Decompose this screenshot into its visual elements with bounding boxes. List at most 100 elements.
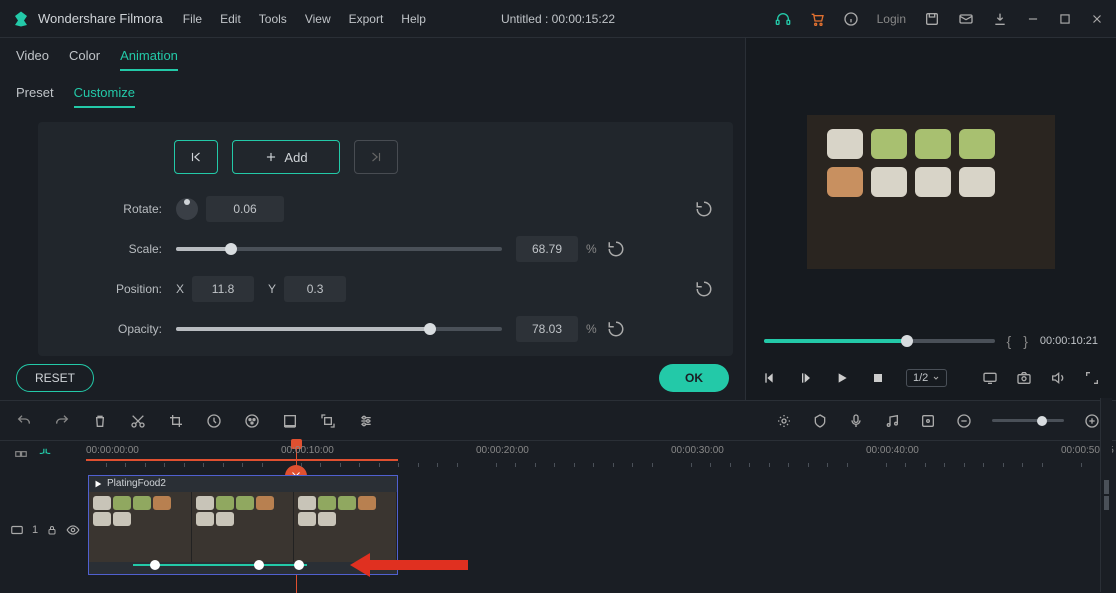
rotate-input[interactable] — [206, 196, 284, 222]
volume-icon[interactable] — [1050, 370, 1066, 386]
ok-button[interactable]: OK — [659, 364, 729, 392]
next-keyframe-button — [354, 140, 398, 174]
opacity-slider[interactable] — [176, 327, 502, 331]
fullscreen-icon[interactable] — [1084, 370, 1100, 386]
close-icon[interactable] — [1090, 12, 1104, 26]
track-visibility-icon[interactable] — [66, 523, 80, 537]
menu-file[interactable]: File — [183, 12, 202, 26]
playback-speed[interactable]: 1/2 — [906, 369, 947, 387]
info-icon[interactable] — [843, 11, 859, 27]
green-screen-icon[interactable] — [282, 413, 298, 429]
track-video-icon — [10, 523, 24, 537]
track-header: 1 — [0, 467, 86, 592]
titlebar: Wondershare Filmora File Edit Tools View… — [0, 0, 1116, 38]
mark-in-icon[interactable]: { — [1007, 333, 1012, 349]
keyframe-dot[interactable] — [150, 560, 160, 570]
opacity-reset-icon[interactable] — [607, 320, 625, 338]
scale-reset-icon[interactable] — [607, 240, 625, 258]
mark-out-icon[interactable]: } — [1023, 333, 1028, 349]
voiceover-icon[interactable] — [848, 413, 864, 429]
position-x-input[interactable] — [192, 276, 254, 302]
save-icon[interactable] — [924, 11, 940, 27]
screen-fit-icon[interactable] — [982, 370, 998, 386]
ruler-mark: 00:00:10:00 — [281, 445, 334, 456]
play-icon[interactable] — [834, 370, 850, 386]
zoom-in-icon[interactable] — [1084, 413, 1100, 429]
track-lock-icon[interactable] — [46, 524, 58, 536]
tab-preset[interactable]: Preset — [16, 85, 54, 108]
add-button-label: Add — [284, 150, 307, 165]
keyframe-icon[interactable] — [920, 413, 936, 429]
opacity-label: Opacity: — [58, 322, 176, 336]
zoom-slider[interactable] — [992, 419, 1064, 422]
scale-input[interactable] — [516, 236, 578, 262]
crop-icon[interactable] — [168, 413, 184, 429]
position-y-input[interactable] — [284, 276, 346, 302]
add-keyframe-button[interactable]: Add — [232, 140, 340, 174]
snapshot-icon[interactable] — [1016, 370, 1032, 386]
menu-view[interactable]: View — [305, 12, 331, 26]
tab-video[interactable]: Video — [16, 48, 49, 71]
rotate-reset-icon[interactable] — [695, 200, 713, 218]
login-button[interactable]: Login — [877, 12, 906, 26]
timeline-tracks[interactable]: PlatingFood2 — [86, 467, 1116, 592]
scale-slider[interactable] — [176, 247, 502, 251]
preview-scrubber[interactable] — [764, 339, 995, 343]
scale-label: Scale: — [58, 242, 176, 256]
download-icon[interactable] — [992, 11, 1008, 27]
vertical-splitter[interactable] — [1100, 398, 1112, 592]
ruler-mark: 00:00:40:00 — [866, 445, 919, 456]
cut-icon[interactable] — [130, 413, 146, 429]
scale-icon[interactable] — [320, 413, 336, 429]
stop-icon[interactable] — [870, 370, 886, 386]
mail-icon[interactable] — [958, 11, 974, 27]
ripple-icon[interactable] — [14, 447, 28, 461]
menu-edit[interactable]: Edit — [220, 12, 241, 26]
inspector-panel: Video Color Animation Preset Customize A… — [0, 38, 745, 400]
delete-icon[interactable] — [92, 413, 108, 429]
position-row: Position: X Y — [58, 276, 713, 302]
cart-icon[interactable] — [809, 11, 825, 27]
rotate-dial[interactable] — [176, 198, 198, 220]
position-label: Position: — [58, 282, 176, 296]
position-reset-icon[interactable] — [695, 280, 713, 298]
settings-icon[interactable] — [358, 413, 374, 429]
preview-canvas[interactable] — [807, 115, 1055, 269]
preview-scrub-bar: { } 00:00:10:21 — [746, 326, 1116, 356]
redo-icon[interactable] — [54, 413, 70, 429]
scale-row: Scale: % — [58, 236, 713, 262]
timeline: 00:00:00:0000:00:10:0000:00:20:0000:00:3… — [0, 400, 1116, 592]
position-y-label: Y — [268, 282, 276, 296]
animation-sub-tabs: Preset Customize — [0, 71, 745, 116]
keyframe-dot[interactable] — [254, 560, 264, 570]
speed-icon[interactable] — [206, 413, 222, 429]
reset-button[interactable]: RESET — [16, 364, 94, 392]
zoom-out-icon[interactable] — [956, 413, 972, 429]
tab-animation[interactable]: Animation — [120, 48, 178, 71]
ruler-mark: 00:00:20:00 — [476, 445, 529, 456]
audio-mixer-icon[interactable] — [884, 413, 900, 429]
step-back-icon[interactable] — [762, 370, 778, 386]
inspector-actions: RESET OK — [0, 356, 745, 400]
keyframe-dot[interactable] — [294, 560, 304, 570]
app-logo-icon — [12, 10, 30, 28]
time-ruler[interactable]: 00:00:00:0000:00:10:0000:00:20:0000:00:3… — [86, 441, 1116, 467]
opacity-row: Opacity: % — [58, 316, 713, 342]
color-icon[interactable] — [244, 413, 260, 429]
menu-help[interactable]: Help — [401, 12, 426, 26]
menu-tools[interactable]: Tools — [259, 12, 287, 26]
prev-keyframe-button[interactable] — [174, 140, 218, 174]
tab-color[interactable]: Color — [69, 48, 100, 71]
play-back-icon[interactable] — [798, 370, 814, 386]
marker-icon[interactable] — [812, 413, 828, 429]
tab-customize[interactable]: Customize — [74, 85, 135, 108]
opacity-input[interactable] — [516, 316, 578, 342]
minimize-icon[interactable] — [1026, 12, 1040, 26]
support-icon[interactable] — [775, 11, 791, 27]
render-icon[interactable] — [776, 413, 792, 429]
menu-export[interactable]: Export — [349, 12, 384, 26]
undo-icon[interactable] — [16, 413, 32, 429]
scale-unit: % — [586, 242, 597, 256]
snap-icon[interactable] — [38, 447, 52, 461]
maximize-icon[interactable] — [1058, 12, 1072, 26]
